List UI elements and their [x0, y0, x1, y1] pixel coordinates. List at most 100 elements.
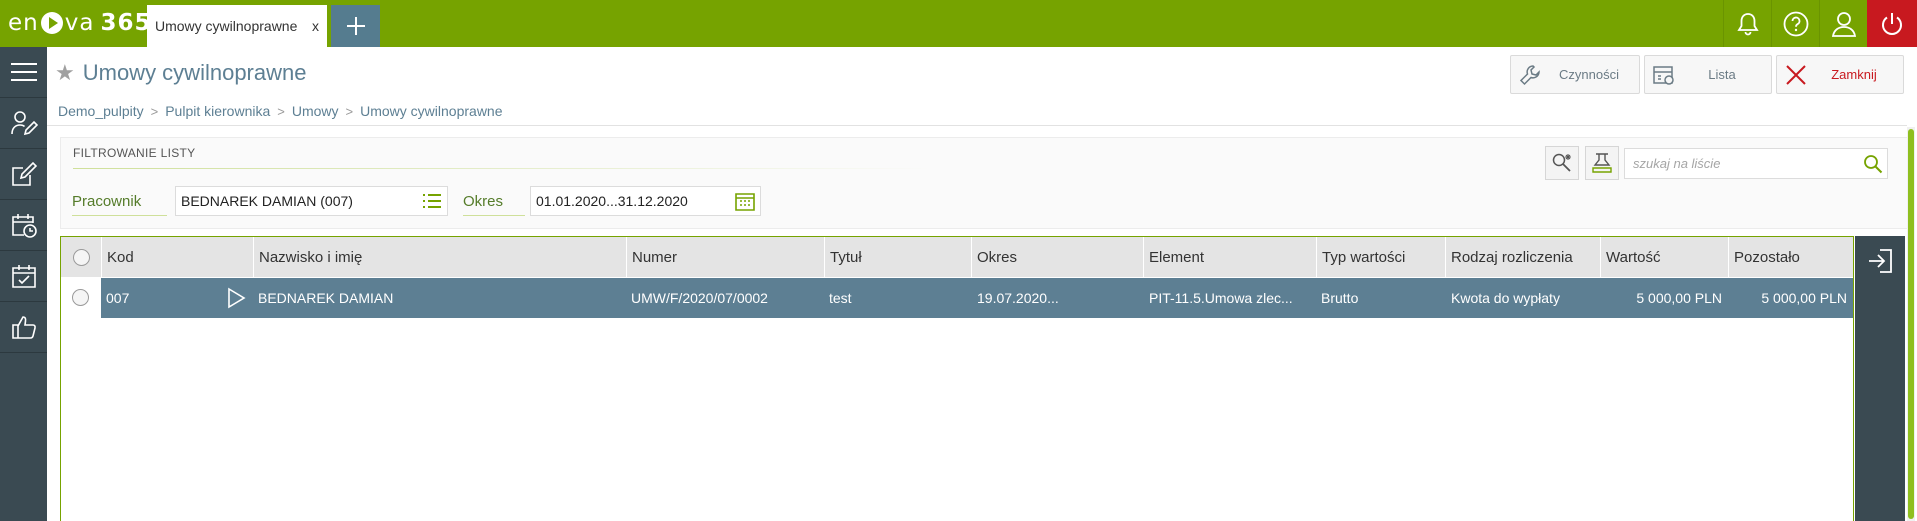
advanced-search-button[interactable] [1545, 146, 1579, 180]
help-button[interactable] [1771, 0, 1820, 47]
cell-element: PIT-11.5.Umowa zlec... [1149, 290, 1293, 306]
search-star-icon [1552, 153, 1571, 172]
grid-header: Kod Nazwisko i imię Numer Tytuł Okres El… [61, 237, 1853, 277]
tab-label: Umowy cywilnoprawne [155, 18, 298, 34]
breadcrumb-separator: > [150, 103, 159, 119]
sidebar-item-edit[interactable] [0, 149, 47, 200]
pracownik-label: Pracownik [72, 193, 142, 210]
wrench-icon [1519, 64, 1540, 85]
breadcrumb-item-umowy-cywilnoprawne[interactable]: Umowy cywilnoprawne [360, 103, 502, 119]
sidebar-item-calendar-clock[interactable] [0, 200, 47, 251]
list-calendar-icon [1653, 65, 1674, 85]
enova-logo: en va 365 [8, 10, 152, 36]
table-row[interactable]: 007 BEDNAREK DAMIAN UMW/F/2020/07/0002 t… [61, 278, 1853, 318]
cell-pozostalo: 5 000,00 PLN [1761, 290, 1847, 306]
vertical-scrollbar[interactable] [1907, 127, 1915, 521]
play-arrow-icon [228, 287, 246, 309]
play-icon [40, 12, 63, 34]
col-header-tytul[interactable]: Tytuł [824, 237, 971, 277]
sidebar-menu-button[interactable] [0, 47, 47, 98]
col-header-numer[interactable]: Numer [626, 237, 824, 277]
col-header-pozostalo[interactable]: Pozostało [1728, 237, 1853, 277]
user-icon [1831, 11, 1857, 37]
breadcrumb-item-umowy[interactable]: Umowy [292, 103, 339, 119]
cell-rodzaj-rozliczenia: Kwota do wypłaty [1451, 290, 1560, 306]
col-header-element[interactable]: Element [1143, 237, 1316, 277]
add-tab-button[interactable] [331, 5, 380, 47]
lista-label: Lista [1708, 67, 1736, 82]
col-header-wartosc[interactable]: Wartość [1600, 237, 1728, 277]
user-edit-icon [10, 111, 38, 136]
cell-tytul: test [829, 290, 852, 306]
breadcrumb-item-demo-pulpity[interactable]: Demo_pulpity [58, 103, 144, 119]
thumbs-up-icon [11, 316, 36, 339]
col-header-rodzaj-rozliczenia[interactable]: Rodzaj rozliczenia [1445, 237, 1600, 277]
row-open-button[interactable] [224, 286, 248, 310]
select-all-cell [61, 237, 101, 277]
cell-nazwisko: BEDNAREK DAMIAN [258, 290, 394, 306]
plus-icon [346, 17, 365, 35]
page-title: Umowy cywilnoprawne [82, 60, 307, 85]
col-header-typ-wartosci[interactable]: Typ wartości [1316, 237, 1445, 277]
pracownik-underline [72, 215, 167, 216]
select-all-checkbox[interactable] [72, 248, 90, 266]
lista-button[interactable]: Lista [1644, 55, 1772, 94]
row-checkbox[interactable] [72, 289, 89, 306]
data-grid: Kod Nazwisko i imię Numer Tytuł Okres El… [60, 236, 1854, 521]
right-action-bar [1855, 236, 1905, 521]
tab-umowy-cywilnoprawne[interactable]: Umowy cywilnoprawne x [147, 5, 327, 47]
pracownik-list-button[interactable] [417, 192, 447, 210]
sidebar-item-calendar-check[interactable] [0, 251, 47, 302]
sidebar-item-user-edit[interactable] [0, 98, 47, 149]
breadcrumb-separator: > [277, 103, 285, 119]
czynnosci-button[interactable]: Czynności [1510, 55, 1640, 94]
okres-value: 01.01.2020...31.12.2020 [536, 193, 688, 209]
help-icon [1783, 11, 1809, 36]
filter-settings-button[interactable] [1585, 146, 1619, 180]
logout-button[interactable] [1867, 0, 1917, 47]
edit-icon [11, 161, 37, 186]
breadcrumb: Demo_pulpity > Pulpit kierownika > Umowy… [58, 103, 503, 119]
search-button[interactable] [1859, 154, 1887, 174]
calendar-check-icon [11, 265, 36, 288]
scrollbar-thumb[interactable] [1908, 129, 1914, 519]
col-header-nazwisko[interactable]: Nazwisko i imię [253, 237, 626, 277]
divider [47, 125, 1907, 126]
okres-label: Okres [463, 193, 504, 210]
list-icon [423, 194, 441, 208]
list-search-input[interactable] [1631, 155, 1859, 172]
top-bar: en va 365 Umowy cywilnoprawne x [0, 0, 1917, 47]
cell-kod: 007 [106, 290, 130, 306]
bell-icon [1737, 12, 1759, 35]
tab-close-button[interactable]: x [312, 18, 319, 34]
okres-field[interactable]: 01.01.2020...31.12.2020 [530, 186, 761, 216]
sign-in-icon [1869, 249, 1892, 273]
user-button[interactable] [1819, 0, 1868, 47]
filter-title: FILTROWANIE LISTY [73, 146, 196, 160]
close-icon [1786, 64, 1806, 85]
pracownik-field[interactable]: BEDNAREK DAMIAN (007) [175, 186, 448, 216]
okres-calendar-button[interactable] [730, 191, 760, 211]
calendar-clock-icon [11, 214, 37, 238]
power-icon [1882, 12, 1902, 35]
menu-icon [10, 63, 37, 81]
notifications-button[interactable] [1723, 0, 1772, 47]
breadcrumb-item-pulpit-kierownika[interactable]: Pulpit kierownika [165, 103, 270, 119]
filter-funnel-icon [1592, 153, 1612, 173]
favorite-star-icon[interactable]: ★ [55, 60, 75, 86]
col-header-okres[interactable]: Okres [971, 237, 1143, 277]
enter-button[interactable] [1855, 236, 1905, 286]
breadcrumb-separator: > [345, 103, 354, 119]
list-search-box[interactable] [1624, 148, 1888, 179]
sidebar-item-thumbs-up[interactable] [0, 302, 47, 353]
calendar-icon [735, 193, 755, 211]
sidebar [0, 47, 47, 521]
zamknij-label: Zamknij [1831, 67, 1877, 82]
cell-typ-wartosci: Brutto [1321, 290, 1359, 306]
cell-numer: UMW/F/2020/07/0002 [631, 290, 768, 306]
col-header-kod[interactable]: Kod [101, 237, 253, 277]
filter-title-underline [73, 168, 933, 169]
okres-underline [463, 215, 525, 216]
cell-wartosc: 5 000,00 PLN [1636, 290, 1722, 306]
zamknij-button[interactable]: Zamknij [1776, 55, 1904, 94]
